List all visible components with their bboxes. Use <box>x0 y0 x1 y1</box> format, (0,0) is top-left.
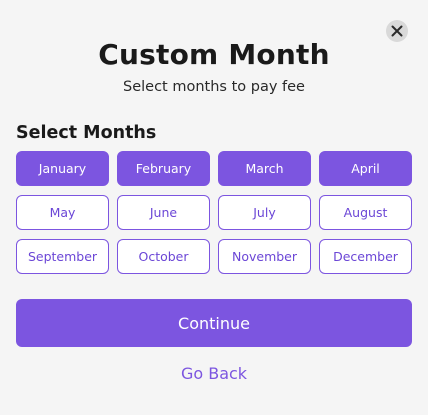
month-option-february[interactable]: February <box>117 151 210 186</box>
month-option-october[interactable]: October <box>117 239 210 274</box>
month-option-january[interactable]: January <box>16 151 109 186</box>
months-grid: January February March April May June Ju… <box>16 151 412 274</box>
go-back-link[interactable]: Go Back <box>0 364 428 383</box>
modal-title: Custom Month <box>98 38 330 71</box>
custom-month-modal: Custom Month Select months to pay fee Se… <box>0 0 428 415</box>
continue-button[interactable]: Continue <box>16 299 412 347</box>
close-icon <box>391 25 403 37</box>
select-months-label: Select Months <box>16 123 157 143</box>
modal-subtitle: Select months to pay fee <box>123 79 305 95</box>
month-option-september[interactable]: September <box>16 239 109 274</box>
month-option-may[interactable]: May <box>16 195 109 230</box>
month-option-august[interactable]: August <box>319 195 412 230</box>
month-option-march[interactable]: March <box>218 151 311 186</box>
month-option-july[interactable]: July <box>218 195 311 230</box>
month-option-june[interactable]: June <box>117 195 210 230</box>
month-option-april[interactable]: April <box>319 151 412 186</box>
month-option-november[interactable]: November <box>218 239 311 274</box>
month-option-december[interactable]: December <box>319 239 412 274</box>
